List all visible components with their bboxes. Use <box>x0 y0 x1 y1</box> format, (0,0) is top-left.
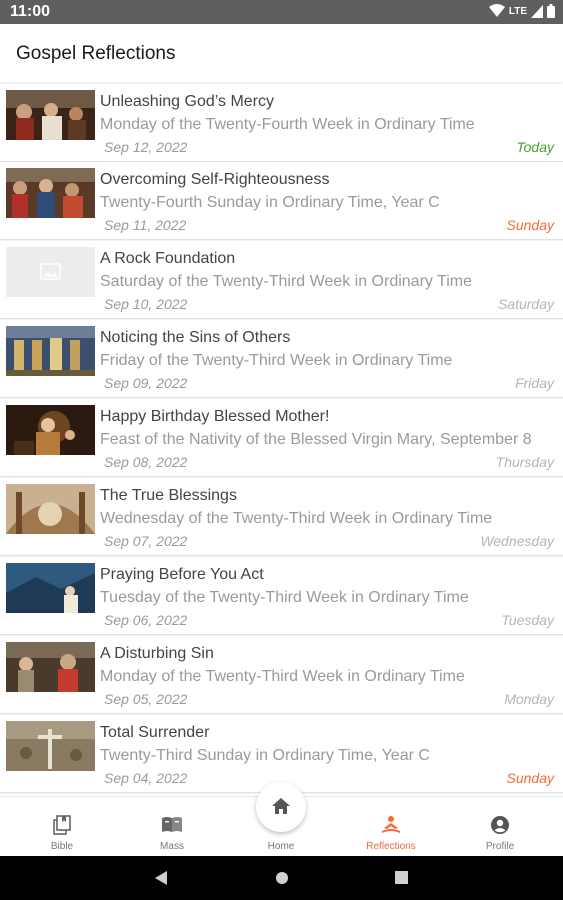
network-label: LTE <box>508 5 527 17</box>
nav-item-profile[interactable]: Profile <box>444 797 556 857</box>
reflection-subtitle: Twenty-Third Sunday in Ordinary Time, Ye… <box>100 747 430 764</box>
reflection-subtitle: Twenty-Fourth Sunday in Ordinary Time, Y… <box>100 194 440 211</box>
profile-icon <box>491 816 509 834</box>
reflection-date: Sep 12, 2022 <box>104 139 188 155</box>
reflection-day-label: Tuesday <box>501 612 554 628</box>
status-time: 11:00 <box>10 3 51 20</box>
home-button[interactable] <box>256 782 306 832</box>
reflection-date: Sep 06, 2022 <box>104 612 188 628</box>
reflection-item[interactable]: Noticing the Sins of Others Friday of th… <box>0 320 563 398</box>
back-icon[interactable] <box>154 870 168 886</box>
reflection-item[interactable]: Happy Birthday Blessed Mother! Feast of … <box>0 399 563 477</box>
reflection-thumbnail <box>6 405 95 455</box>
reflection-title: Total Surrender <box>100 724 210 741</box>
reflection-thumbnail <box>6 90 95 140</box>
reflection-date: Sep 07, 2022 <box>104 533 188 549</box>
home-nav-icon[interactable] <box>275 871 289 885</box>
reflection-item[interactable]: Unleashing God’s Mercy Monday of the Twe… <box>0 84 563 162</box>
reflection-subtitle: Feast of the Nativity of the Blessed Vir… <box>100 431 532 448</box>
reflection-item[interactable]: Overcoming Self-Righteousness Twenty-Fou… <box>0 162 563 240</box>
reflection-thumbnail <box>6 563 95 613</box>
image-placeholder-icon <box>6 247 95 297</box>
nav-label: Reflections <box>366 841 416 852</box>
reflection-date: Sep 09, 2022 <box>104 375 188 391</box>
home-icon <box>272 798 290 814</box>
reflection-title: Happy Birthday Blessed Mother! <box>100 408 330 425</box>
reflection-date: Sep 10, 2022 <box>104 296 188 312</box>
reflection-date: Sep 04, 2022 <box>104 770 188 786</box>
reflection-item[interactable]: Praying Before You Act Tuesday of the Tw… <box>0 557 563 635</box>
signal-icon <box>531 4 543 18</box>
reflection-title: Praying Before You Act <box>100 566 264 583</box>
nav-item-bible[interactable]: Bible <box>6 797 118 857</box>
system-nav-bar <box>0 856 563 900</box>
reflection-title: The True Blessings <box>100 487 237 504</box>
app-bar: Gospel Reflections <box>0 24 563 82</box>
reflection-title: Unleashing God’s Mercy <box>100 93 275 110</box>
reflection-subtitle: Friday of the Twenty-Third Week in Ordin… <box>100 352 453 369</box>
reflection-subtitle: Monday of the Twenty-Third Week in Ordin… <box>100 668 465 685</box>
reflection-title: Noticing the Sins of Others <box>100 329 291 346</box>
reflection-item[interactable]: The True Blessings Wednesday of the Twen… <box>0 478 563 556</box>
reflection-thumbnail <box>6 168 95 218</box>
page-title: Gospel Reflections <box>16 43 176 64</box>
reflection-thumbnail <box>6 484 95 534</box>
reflection-date: Sep 05, 2022 <box>104 691 188 707</box>
reflection-subtitle: Saturday of the Twenty-Third Week in Ord… <box>100 273 473 290</box>
nav-label: Bible <box>50 841 74 852</box>
reflection-title: A Rock Foundation <box>100 250 236 267</box>
reflection-day-label: Saturday <box>497 296 554 312</box>
reflection-day-label: Wednesday <box>480 533 554 549</box>
reflection-day-label: Monday <box>504 691 554 707</box>
reflection-title: A Disturbing Sin <box>100 645 214 662</box>
nav-label: Profile <box>485 841 515 852</box>
reflection-item[interactable]: A Disturbing Sin Monday of the Twenty-Th… <box>0 636 563 714</box>
reflection-subtitle: Wednesday of the Twenty-Third Week in Or… <box>100 510 493 527</box>
reflection-list[interactable]: Unleashing God’s Mercy Monday of the Twe… <box>0 84 563 794</box>
mass-book-icon <box>162 817 182 832</box>
recents-icon[interactable] <box>395 871 408 884</box>
nav-label: Home <box>267 841 295 852</box>
nav-item-mass[interactable]: Mass <box>116 797 228 857</box>
reflection-thumbnail <box>6 642 95 692</box>
wifi-icon <box>488 4 505 17</box>
bible-icon <box>53 815 71 835</box>
battery-icon <box>547 4 555 18</box>
reflection-day-label: Friday <box>515 375 554 391</box>
reflection-subtitle: Tuesday of the Twenty-Third Week in Ordi… <box>100 589 469 606</box>
reflections-icon <box>382 816 400 833</box>
nav-item-reflections[interactable]: Reflections <box>335 797 447 857</box>
reflection-thumbnail <box>6 326 95 376</box>
reflection-day-label: Sunday <box>506 770 554 786</box>
reflection-thumbnail <box>6 721 95 771</box>
reflection-title: Overcoming Self-Righteousness <box>100 171 330 188</box>
reflection-thumbnail <box>6 247 95 297</box>
reflection-day-label: Sunday <box>506 217 554 233</box>
status-icons: LTE <box>488 4 555 18</box>
reflection-subtitle: Monday of the Twenty-Fourth Week in Ordi… <box>100 116 475 133</box>
reflection-date: Sep 08, 2022 <box>104 454 188 470</box>
reflection-item[interactable]: A Rock Foundation Saturday of the Twenty… <box>0 241 563 319</box>
nav-label: Mass <box>160 841 184 852</box>
reflection-day-label: Thursday <box>495 454 554 470</box>
reflection-date: Sep 11, 2022 <box>104 217 187 233</box>
reflection-day-label: Today <box>516 139 554 155</box>
status-bar: 11:00 LTE <box>0 0 563 24</box>
